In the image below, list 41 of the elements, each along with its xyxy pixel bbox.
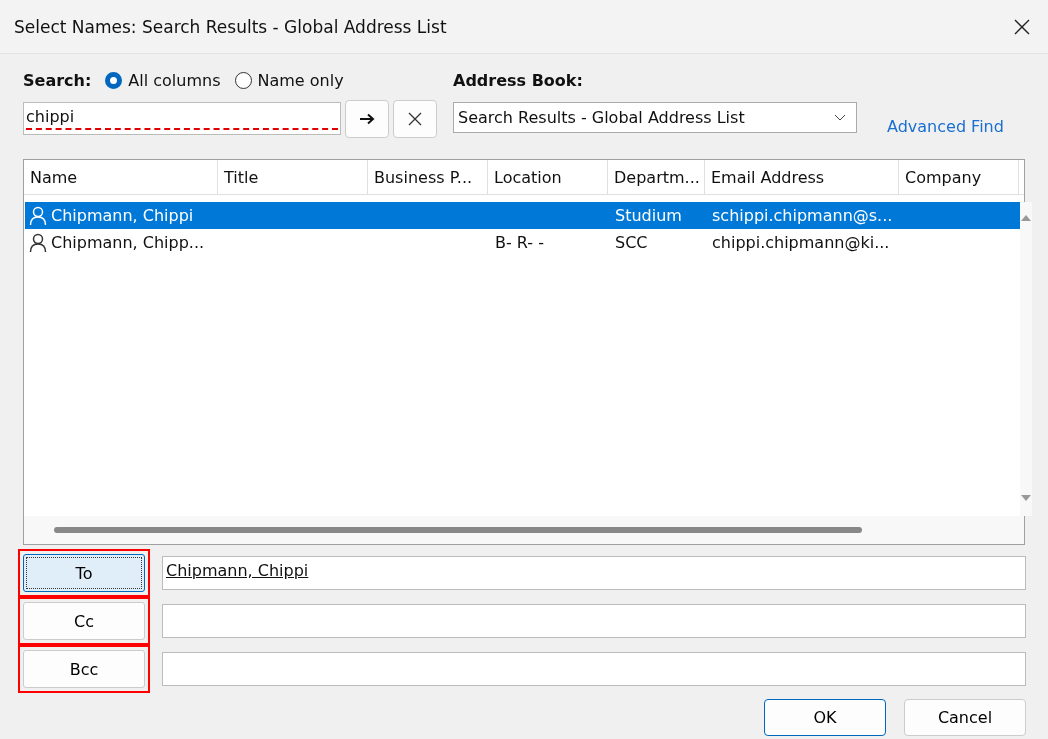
person-icon	[29, 205, 47, 226]
column-header[interactable]: Business P...	[368, 160, 488, 194]
address-book-label: Address Book:	[453, 69, 584, 92]
table-cell: Chipmann, Chipp...	[51, 233, 205, 252]
table-cell: Studium	[615, 206, 682, 225]
column-header[interactable]: Title	[218, 160, 368, 194]
column-header[interactable]: Location	[488, 160, 608, 194]
scroll-up-icon[interactable]	[1020, 214, 1032, 222]
search-field[interactable]: chippi	[23, 102, 341, 135]
scrollbar-thumb[interactable]	[54, 527, 862, 533]
dialog-button[interactable]: Cancel	[904, 699, 1026, 736]
search-option-radio[interactable]: Name only	[234, 70, 344, 90]
advanced-find-link[interactable]: Advanced Find	[887, 117, 1004, 136]
contact-row[interactable]: Chipmann, Chipp... B- R- - SCC chippi.chipmann@ki...	[25, 229, 1020, 256]
person-icon	[29, 232, 47, 253]
recipient-field[interactable]	[162, 652, 1026, 686]
column-header[interactable]: Email Address	[705, 160, 899, 194]
contact-row[interactable]: Chipmann, Chippi Studium schippi.chipmann@s...	[25, 202, 1020, 229]
column-header[interactable]: Departm...	[608, 160, 705, 194]
recipient-button[interactable]: Bcc	[23, 650, 145, 688]
dialog-button[interactable]: OK	[764, 699, 886, 736]
recipient-button[interactable]: To	[23, 554, 145, 592]
table-cell: SCC	[615, 233, 648, 252]
go-button[interactable]	[345, 100, 389, 138]
table-cell: chippi.chipmann@ki...	[712, 233, 890, 252]
window-title: Select Names: Search Results - Global Address List	[14, 16, 447, 37]
recipient-button[interactable]: Cc	[23, 602, 145, 640]
table-cell: Chipmann, Chippi	[51, 206, 194, 225]
table-cell: B- R- -	[495, 233, 544, 252]
recipient-field[interactable]	[162, 604, 1026, 638]
scroll-down-icon[interactable]	[1020, 494, 1032, 502]
column-header[interactable]: Company	[899, 160, 1019, 194]
search-label: Search:	[23, 70, 92, 90]
recipient-field[interactable]: Chipmann, Chippi	[162, 556, 1026, 590]
close-icon	[408, 112, 422, 126]
chevron-down-icon	[834, 113, 846, 122]
column-header[interactable]: Name	[24, 160, 218, 194]
search-option-radio[interactable]: All columns	[105, 70, 221, 90]
address-book-dropdown[interactable]: Search Results - Global Address List	[453, 102, 857, 133]
arrow-icon	[359, 113, 375, 125]
table-cell: schippi.chipmann@s...	[712, 206, 893, 225]
